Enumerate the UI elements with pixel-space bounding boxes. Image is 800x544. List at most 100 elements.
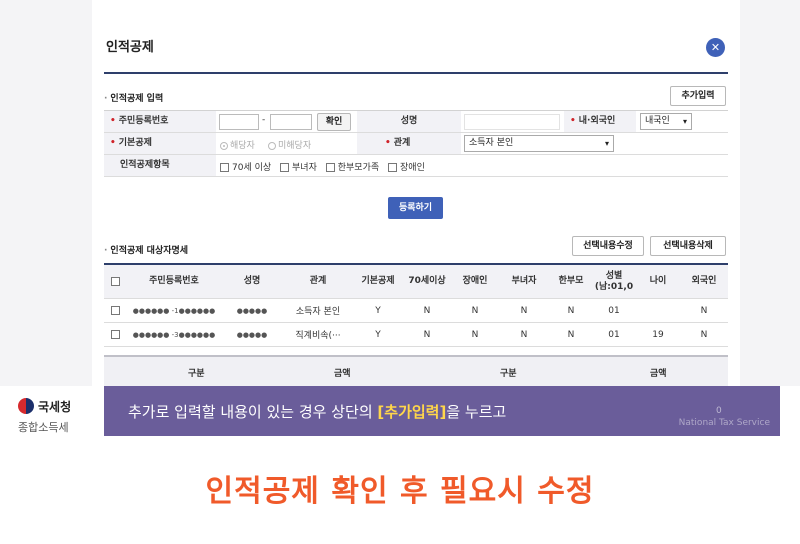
radio-icon — [268, 141, 276, 150]
target-table: 주민등록번호 성명 관계 기본공제 70세이상 장애인 부녀자 한부모 성별 (… — [104, 263, 728, 347]
table-cell: 직계비속(··· — [295, 331, 341, 341]
ssn-back-input[interactable] — [270, 114, 312, 130]
column-header: 주민등록번호 — [149, 276, 199, 286]
column-header: 외국인 — [691, 276, 717, 286]
ssn-label-text: 주민등록번호 — [118, 116, 169, 126]
nationality-select[interactable]: 내국인 ▾ — [640, 113, 692, 130]
checkbox-icon — [110, 277, 120, 286]
nationality-label-text: 내·외국인 — [578, 116, 616, 126]
checkbox-icon — [110, 306, 120, 315]
radio-icon — [220, 141, 228, 150]
table-cell — [636, 299, 680, 322]
ssn-confirm-button[interactable]: 확인 — [317, 113, 351, 131]
close-icon[interactable]: ✕ — [706, 38, 725, 57]
column-header: 관계 — [309, 276, 327, 286]
table-cell: N — [520, 329, 528, 340]
select-all-cell[interactable] — [104, 265, 126, 298]
column-header: 70세이상 — [408, 276, 446, 286]
item-checkbox-70-label: 70세 이상 — [232, 163, 272, 173]
item-checkbox-single-parent-label: 한부모가족 — [337, 163, 380, 173]
edit-selected-button[interactable]: 선택내용수정 — [572, 236, 644, 256]
relation-select[interactable]: 소득자 본인 ▾ — [464, 135, 614, 152]
caption-highlight: [추가입력] — [377, 403, 447, 421]
items-label: 인적공제항목 — [104, 155, 216, 176]
item-checkbox-single-parent[interactable]: 한부모가족 — [325, 163, 380, 173]
item-checkbox-female[interactable]: 부녀자 — [280, 163, 317, 173]
table-cell: Y — [375, 329, 381, 340]
background-left — [0, 0, 92, 386]
table-cell: ●●●●●● -1●●●●●● — [132, 306, 216, 315]
background-right — [740, 0, 800, 386]
add-input-button[interactable]: 추가입력 — [670, 86, 726, 106]
taegeuk-icon — [18, 398, 34, 414]
checkbox-icon — [220, 163, 229, 172]
table-cell: 01 — [608, 329, 620, 340]
checkbox-icon — [110, 330, 120, 339]
item-checkbox-disabled-label: 장애인 — [400, 163, 425, 173]
basic-radio-yes[interactable]: 해당자 — [220, 138, 255, 151]
table-cell: N — [471, 329, 479, 340]
nationality-select-value: 내국인 — [645, 116, 670, 126]
summary-header-cell: 구분 — [500, 369, 517, 379]
caption-banner: 추가로 입력할 내용이 있는 경우 상단의 [추가입력]을 누르고 0 Nati… — [0, 386, 800, 436]
relation-select-value: 소득자 본인 — [469, 138, 514, 148]
caption-text-after: 을 누르고 — [446, 403, 507, 421]
register-button[interactable]: 등록하기 — [388, 197, 443, 219]
input-section-title-text: 인적공제 입력 — [110, 94, 164, 104]
table-row[interactable]: ●●●●●● -1●●●●●● ●●●●● 소득자 본인 Y N N N N 0… — [104, 299, 728, 323]
target-section-title-text: 인적공제 대상자명세 — [110, 246, 189, 256]
item-checkbox-disabled[interactable]: 장애인 — [388, 163, 425, 173]
caption-strip: 추가로 입력할 내용이 있는 경우 상단의 [추가입력]을 누르고 0 Nati… — [104, 386, 780, 436]
basic-radio-no[interactable]: 미해당자 — [268, 138, 311, 151]
ssn-front-input[interactable] — [219, 114, 259, 130]
logo-subtitle: 종합소득세 — [18, 421, 69, 434]
caption-text: 추가로 입력할 내용이 있는 경우 상단의 [추가입력]을 누르고 — [128, 401, 506, 422]
row-select-cell[interactable] — [104, 323, 126, 346]
table-cell: 01 — [608, 305, 620, 316]
basic-deduction-label: • 기본공제 — [104, 133, 216, 154]
caption-text-before: 추가로 입력할 내용이 있는 경우 상단의 — [128, 403, 378, 421]
summary-header: 구분 금액 구분 금액 — [104, 355, 728, 386]
table-cell: 소득자 본인 — [295, 307, 341, 317]
summary-header-cell: 금액 — [650, 369, 667, 379]
table-cell: N — [423, 305, 431, 316]
faint-zero: 0 — [716, 406, 722, 416]
table-cell: ●●●●●● -3●●●●●● — [132, 330, 216, 339]
modal-title: 인적공제 — [106, 40, 154, 55]
title-divider — [104, 72, 728, 74]
column-header: 부녀자 — [511, 276, 537, 286]
column-header: 한부모 — [558, 276, 584, 286]
table-header-row: 주민등록번호 성명 관계 기본공제 70세이상 장애인 부녀자 한부모 성별 (… — [104, 265, 728, 299]
column-header: 나이 — [649, 276, 667, 286]
table-row[interactable]: ●●●●●● -3●●●●●● ●●●●● 직계비속(··· Y N N N N… — [104, 323, 728, 347]
basic-radio-no-label: 미해당자 — [278, 141, 312, 151]
table-cell: Y — [375, 305, 381, 316]
ssn-dash: - — [262, 115, 266, 125]
summary-header-cell: 금액 — [334, 369, 351, 379]
form-row-items: 인적공제항목 70세 이상 부녀자 한부모가족 장애인 — [104, 155, 728, 177]
chevron-down-icon: ▾ — [604, 139, 609, 148]
name-input[interactable] — [464, 114, 560, 130]
row-select-cell[interactable] — [104, 299, 126, 322]
chevron-down-icon: ▾ — [682, 117, 687, 126]
checkbox-icon — [325, 163, 335, 172]
form-row-basic: • 기본공제 해당자 미해당자 • 관계 소득자 본인 ▾ — [104, 133, 728, 155]
video-subtitle: 인적공제 확인 후 필요시 수정 — [205, 474, 595, 509]
table-cell: ●●●●● — [236, 306, 268, 315]
table-cell: 19 — [652, 329, 664, 340]
delete-selected-button[interactable]: 선택내용삭제 — [650, 236, 726, 256]
input-form: • 주민등록번호 - 확인 성명 • 내·외국인 내국인 ▾ • 기본공제 해당… — [104, 110, 728, 177]
item-checkbox-70[interactable]: 70세 이상 — [220, 163, 271, 173]
table-cell: N — [700, 305, 708, 316]
checkbox-icon — [388, 163, 398, 172]
column-header: 기본공제 — [361, 276, 395, 286]
personal-deduction-modal: 인적공제 ✕ · 인적공제 입력 추가입력 • 주민등록번호 - 확인 성명 • 내·… — [92, 24, 740, 386]
table-cell: N — [700, 329, 708, 340]
ssn-label: • 주민등록번호 — [104, 111, 216, 132]
form-row-ssn: • 주민등록번호 - 확인 성명 • 내·외국인 내국인 ▾ — [104, 111, 728, 133]
table-cell: N — [520, 305, 528, 316]
summary-header-cell: 구분 — [188, 369, 205, 379]
basic-deduction-label-text: 기본공제 — [118, 138, 152, 148]
nts-logo: 국세청 종합소득세 — [12, 390, 104, 436]
nationality-label: • 내·외국인 — [564, 111, 636, 132]
